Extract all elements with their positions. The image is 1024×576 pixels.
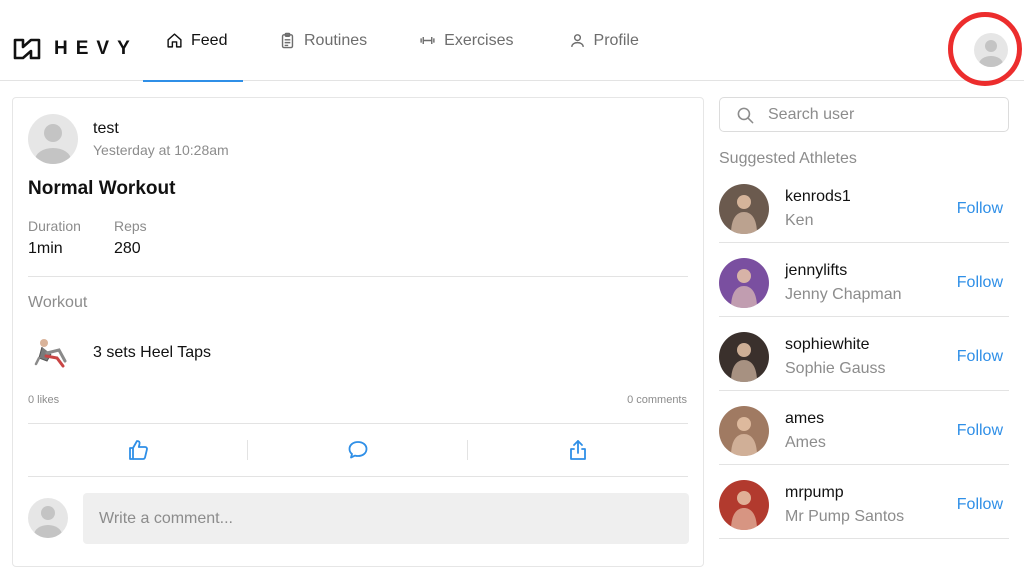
row-divider bbox=[719, 390, 1009, 391]
reps-label: Reps bbox=[114, 218, 147, 234]
main-nav: Feed Routines Exercises Profile bbox=[143, 0, 639, 82]
reps-value: 280 bbox=[114, 240, 141, 257]
row-divider bbox=[719, 464, 1009, 465]
post-author-avatar[interactable] bbox=[28, 114, 78, 164]
follow-button[interactable]: Follow bbox=[957, 348, 1003, 366]
athlete-username[interactable]: sophiewhite bbox=[785, 336, 870, 354]
brand-logo[interactable]: HEVY bbox=[12, 37, 138, 61]
post-author-username[interactable]: test bbox=[93, 120, 119, 138]
workout-title[interactable]: Normal Workout bbox=[28, 178, 175, 200]
workout-post-card: test Yesterday at 10:28am Normal Workout… bbox=[12, 97, 704, 567]
likes-count[interactable]: 0 likes bbox=[28, 394, 59, 406]
duration-value: 1min bbox=[28, 240, 63, 257]
commenter-avatar bbox=[28, 498, 68, 538]
athlete-row: kenrods1 Ken Follow bbox=[719, 184, 1009, 258]
comment-icon[interactable] bbox=[346, 438, 370, 462]
suggested-athletes-title: Suggested Athletes bbox=[719, 150, 857, 167]
tab-feed-label: Feed bbox=[191, 31, 228, 49]
tab-exercises[interactable]: Exercises bbox=[419, 0, 514, 81]
exercise-summary[interactable]: 3 sets Heel Taps bbox=[93, 344, 211, 362]
tab-exercises-label: Exercises bbox=[444, 31, 514, 49]
top-navigation-bar: HEVY Feed Routines Exercises Profile bbox=[0, 0, 1024, 86]
athlete-row: ames Ames Follow bbox=[719, 406, 1009, 480]
share-icon[interactable] bbox=[566, 438, 590, 462]
follow-button[interactable]: Follow bbox=[957, 274, 1003, 292]
clipboard-icon bbox=[281, 32, 294, 49]
follow-button[interactable]: Follow bbox=[957, 422, 1003, 440]
athlete-avatar[interactable] bbox=[719, 258, 769, 308]
duration-label: Duration bbox=[28, 218, 81, 234]
account-avatar[interactable] bbox=[974, 33, 1008, 67]
tab-routines-label: Routines bbox=[304, 31, 368, 49]
athlete-full-name: Ken bbox=[785, 212, 814, 229]
athlete-avatar[interactable] bbox=[719, 184, 769, 234]
default-avatar-icon bbox=[35, 124, 71, 164]
workout-section-label: Workout bbox=[28, 294, 88, 311]
divider bbox=[28, 276, 688, 277]
athlete-row: sophiewhite Sophie Gauss Follow bbox=[719, 332, 1009, 406]
athlete-full-name: Ames bbox=[785, 434, 826, 451]
dumbbell-icon bbox=[420, 36, 435, 45]
tab-profile[interactable]: Profile bbox=[569, 0, 639, 81]
like-icon[interactable] bbox=[126, 438, 150, 462]
follow-button[interactable]: Follow bbox=[957, 496, 1003, 514]
athlete-full-name: Sophie Gauss bbox=[785, 360, 886, 377]
athlete-row: mrpump Mr Pump Santos Follow bbox=[719, 480, 1009, 554]
athlete-avatar[interactable] bbox=[719, 406, 769, 456]
tab-feed[interactable]: Feed bbox=[143, 0, 243, 82]
search-user-input[interactable] bbox=[768, 100, 998, 129]
row-divider bbox=[719, 538, 1009, 539]
search-icon bbox=[737, 107, 754, 124]
user-icon bbox=[570, 34, 584, 47]
action-separator bbox=[247, 440, 248, 460]
athlete-row: jennylifts Jenny Chapman Follow bbox=[719, 258, 1009, 332]
tab-routines[interactable]: Routines bbox=[279, 0, 367, 81]
row-divider bbox=[719, 316, 1009, 317]
comment-input[interactable] bbox=[83, 493, 689, 544]
row-divider bbox=[719, 242, 1009, 243]
comments-count[interactable]: 0 comments bbox=[627, 394, 687, 406]
athlete-username[interactable]: jennylifts bbox=[785, 262, 847, 280]
athlete-avatar[interactable] bbox=[719, 480, 769, 530]
search-user-box[interactable] bbox=[719, 97, 1009, 132]
athlete-username[interactable]: ames bbox=[785, 410, 824, 428]
default-avatar-icon bbox=[979, 40, 1003, 67]
athlete-avatar[interactable] bbox=[719, 332, 769, 382]
hevy-logo-icon bbox=[13, 38, 41, 60]
tab-profile-label: Profile bbox=[593, 31, 639, 49]
divider bbox=[28, 423, 688, 424]
athlete-full-name: Jenny Chapman bbox=[785, 286, 902, 303]
athlete-full-name: Mr Pump Santos bbox=[785, 508, 905, 525]
athlete-username[interactable]: kenrods1 bbox=[785, 188, 851, 206]
default-avatar-icon bbox=[34, 506, 62, 538]
brand-name: HEVY bbox=[54, 38, 138, 59]
home-icon bbox=[167, 33, 182, 48]
post-timestamp: Yesterday at 10:28am bbox=[93, 142, 229, 158]
divider bbox=[28, 476, 688, 477]
heel-taps-exercise-thumbnail bbox=[34, 339, 67, 368]
athlete-username[interactable]: mrpump bbox=[785, 484, 844, 502]
follow-button[interactable]: Follow bbox=[957, 200, 1003, 218]
action-separator bbox=[467, 440, 468, 460]
